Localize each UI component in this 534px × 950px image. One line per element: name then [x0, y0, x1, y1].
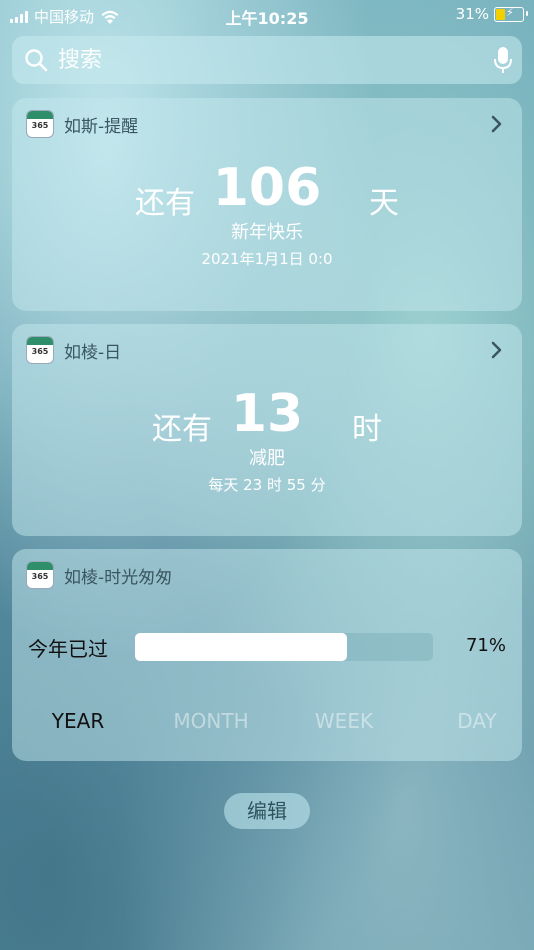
event-name: 新年快乐 [231, 222, 303, 243]
battery-icon: ⚡ [494, 6, 528, 22]
progress-value: 71% [465, 635, 506, 656]
tab-week[interactable]: WEEK [294, 709, 394, 733]
widget-title: 如棱-时光匆匆 [64, 567, 173, 588]
widget-time-progress[interactable]: 365 如棱-时光匆匆 今年已过 71% YEAR MONTH WEEK DAY [12, 549, 522, 761]
edit-button[interactable]: 编辑 [224, 793, 310, 829]
search-bar[interactable] [12, 36, 522, 84]
status-time: 上午10:25 [225, 9, 309, 28]
tab-year[interactable]: YEAR [28, 709, 128, 733]
countdown-unit: 天 [369, 186, 399, 221]
tab-month[interactable]: MONTH [161, 709, 261, 733]
event-name: 减肥 [249, 448, 285, 469]
status-bar: 中国移动 上午10:25 31% ⚡ [0, 0, 534, 30]
widget-countdown-daily[interactable]: 365 如棱-日 还有 13 时 减肥 每天 23 时 55 分 [12, 324, 522, 536]
progress-bar [135, 633, 433, 661]
search-input[interactable] [56, 46, 480, 74]
countdown-number: 106 [212, 158, 322, 218]
tab-day[interactable]: DAY [427, 709, 522, 733]
progress-label: 今年已过 [28, 637, 108, 661]
widget-countdown-newyear[interactable]: 365 如斯-提醒 还有 106 天 新年快乐 2021年1月1日 0:0 [12, 98, 522, 311]
widget-title: 如棱-日 [64, 342, 122, 363]
event-date: 2021年1月1日 0:0 [201, 250, 333, 268]
progress-fill [135, 633, 347, 661]
chevron-right-icon[interactable] [486, 340, 506, 360]
calendar-365-icon: 365 [26, 561, 54, 589]
chevron-right-icon[interactable] [486, 114, 506, 134]
countdown-number: 13 [230, 384, 304, 444]
calendar-365-icon: 365 [26, 110, 54, 138]
period-tabs: YEAR MONTH WEEK DAY [12, 709, 522, 739]
search-icon [25, 49, 48, 72]
calendar-365-icon: 365 [26, 336, 54, 364]
battery-percent: 31% [455, 5, 489, 23]
countdown-unit: 时 [352, 412, 382, 447]
event-date: 每天 23 时 55 分 [208, 476, 326, 494]
microphone-icon[interactable] [494, 46, 512, 74]
widget-title: 如斯-提醒 [64, 116, 139, 137]
